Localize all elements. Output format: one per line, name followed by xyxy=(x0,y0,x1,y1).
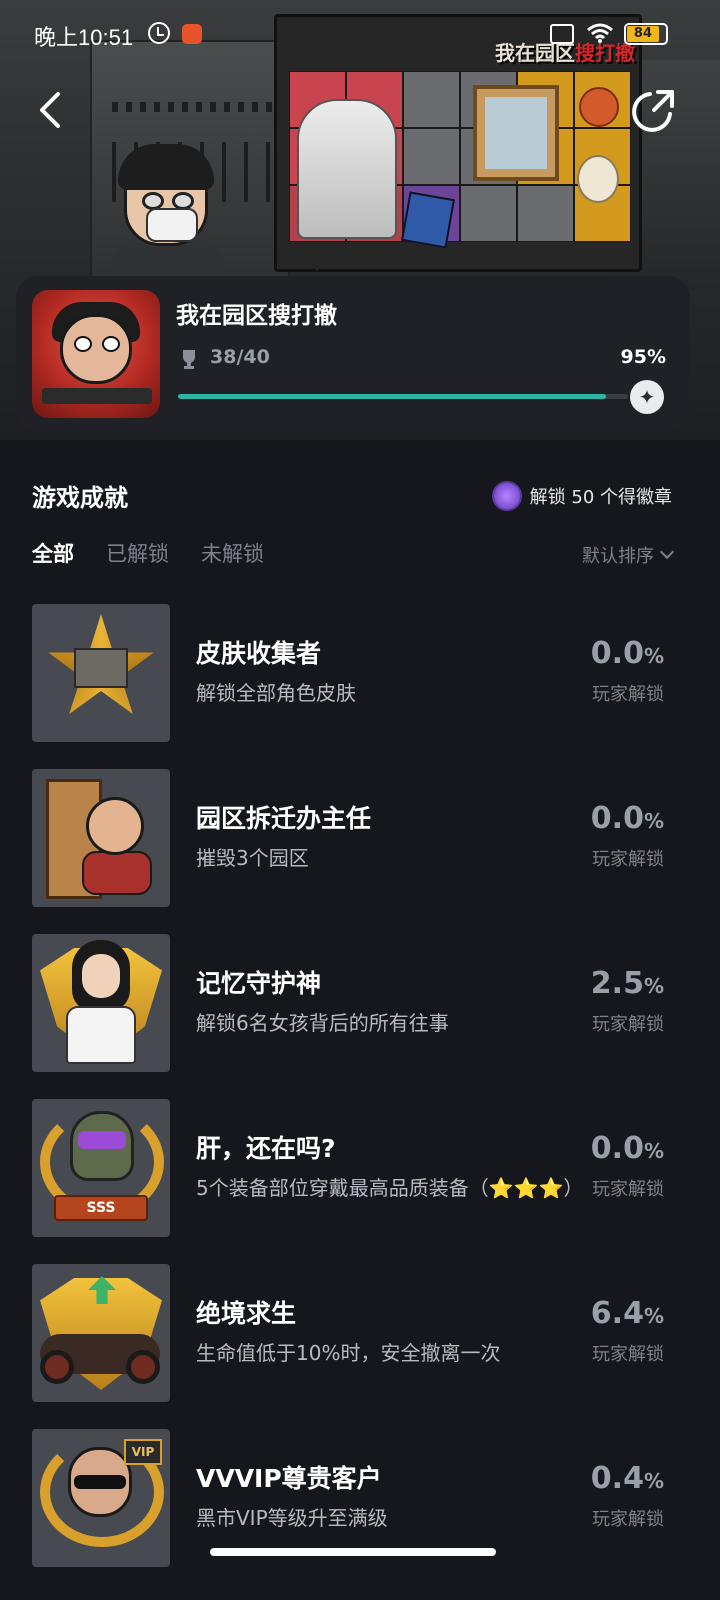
game-summary-card: 我在园区搜打撤 38/40 95% xyxy=(16,276,690,432)
unlock-rate: 2.5% xyxy=(590,966,664,1001)
battery-level: 84 xyxy=(627,26,659,42)
unlock-rate: 0.0% xyxy=(590,801,664,836)
chevron-down-icon xyxy=(659,544,675,560)
tab-all[interactable]: 全部 xyxy=(32,538,74,568)
achievement-desc: 解锁全部角色皮肤 xyxy=(196,681,356,705)
alarm-icon xyxy=(148,22,170,44)
badge-reward[interactable]: 解锁 50 个得徽章 xyxy=(491,480,672,512)
achievement-item[interactable]: 绝境求生 生命值低于10%时，安全撤离一次 6.4% 玩家解锁 xyxy=(0,1260,720,1425)
no-sim-icon xyxy=(550,24,574,44)
vip-tag: VIP xyxy=(124,1439,162,1465)
app-notification-icon xyxy=(182,24,202,44)
unlock-rate-label: 玩家解锁 xyxy=(592,1344,664,1365)
sort-label: 默认排序 xyxy=(582,546,654,567)
filter-tabs: 全部 已解锁 未解锁 xyxy=(32,538,264,568)
achievement-title: 绝境求生 xyxy=(196,1299,297,1328)
progress-bar xyxy=(178,394,628,399)
completion-badge-icon xyxy=(630,380,664,414)
badge-reward-text: 解锁 50 个得徽章 xyxy=(529,487,672,508)
ribbon-label: SSS xyxy=(54,1195,148,1221)
achievement-title: VVVIP尊贵客户 xyxy=(196,1464,382,1493)
unlock-rate-label: 玩家解锁 xyxy=(592,1179,664,1200)
game-title: 我在园区搜打撤 xyxy=(176,303,337,329)
status-time: 晚上10:51 xyxy=(34,25,134,50)
unlock-rate: 0.0% xyxy=(590,1131,664,1166)
girl-shield-icon xyxy=(32,934,170,1072)
achievement-desc: 生命值低于10%时，安全撤离一次 xyxy=(196,1341,501,1365)
section-title: 游戏成就 xyxy=(32,484,128,512)
achievement-title: 肝，还在吗? xyxy=(196,1134,336,1163)
tab-locked[interactable]: 未解锁 xyxy=(201,538,264,568)
motorcycle-shield-icon xyxy=(32,1264,170,1402)
wifi-icon xyxy=(587,23,613,43)
home-indicator[interactable] xyxy=(210,1548,496,1556)
progress-fill xyxy=(178,394,606,399)
achievement-item[interactable]: 皮肤收集者 解锁全部角色皮肤 0.0% 玩家解锁 xyxy=(0,600,720,765)
masked-character-illustration xyxy=(112,144,222,302)
progress-percent: 95% xyxy=(620,346,666,368)
unlock-rate-label: 玩家解锁 xyxy=(592,849,664,870)
vip-laurel-icon: VIP xyxy=(32,1429,170,1567)
share-button[interactable] xyxy=(630,86,678,134)
tab-unlocked[interactable]: 已解锁 xyxy=(106,538,169,568)
battery-icon: 84 xyxy=(624,23,668,45)
door-breaker-icon xyxy=(32,769,170,907)
achievement-desc: 黑市VIP等级升至满级 xyxy=(196,1506,388,1530)
unlock-rate-label: 玩家解锁 xyxy=(592,1014,664,1035)
sort-dropdown[interactable]: 默认排序 xyxy=(582,542,675,568)
achievement-list: 皮肤收集者 解锁全部角色皮肤 0.0% 玩家解锁 园区拆迁办主任 摧毁3个园区 … xyxy=(0,600,720,1590)
star-badge-icon xyxy=(32,604,170,742)
achievement-desc: 摧毁3个园区 xyxy=(196,846,309,870)
achievement-item[interactable]: SSS 肝，还在吗? 5个装备部位穿戴最高品质装备（⭐⭐⭐） 0.0% 玩家解锁 xyxy=(0,1095,720,1260)
unlock-rate: 0.4% xyxy=(590,1461,664,1496)
achievement-item[interactable]: 记忆守护神 解锁6名女孩背后的所有往事 2.5% 玩家解锁 xyxy=(0,930,720,1095)
achievement-item[interactable]: VIP VVVIP尊贵客户 黑市VIP等级升至满级 0.4% 玩家解锁 xyxy=(0,1425,720,1590)
game-app-icon xyxy=(32,290,160,418)
achievement-title: 记忆守护神 xyxy=(196,969,322,998)
achievement-title: 皮肤收集者 xyxy=(196,639,322,668)
medal-icon xyxy=(491,481,522,511)
unlock-rate: 6.4% xyxy=(590,1296,664,1331)
achievement-desc: 解锁6名女孩背后的所有往事 xyxy=(196,1011,449,1035)
back-button[interactable] xyxy=(30,86,74,134)
trophy-icon xyxy=(183,350,195,369)
achievement-item[interactable]: 园区拆迁办主任 摧毁3个园区 0.0% 玩家解锁 xyxy=(0,765,720,930)
soldier-laurel-icon: SSS xyxy=(32,1099,170,1237)
unlock-rate: 0.0% xyxy=(590,636,664,671)
status-bar: 晚上10:51 84 xyxy=(0,0,720,70)
achievement-desc: 5个装备部位穿戴最高品质装备（⭐⭐⭐） xyxy=(196,1176,584,1200)
unlock-rate-label: 玩家解锁 xyxy=(592,1509,664,1530)
trophy-count: 38/40 xyxy=(210,346,270,368)
achievement-title: 园区拆迁办主任 xyxy=(196,804,372,833)
unlock-rate-label: 玩家解锁 xyxy=(592,684,664,705)
